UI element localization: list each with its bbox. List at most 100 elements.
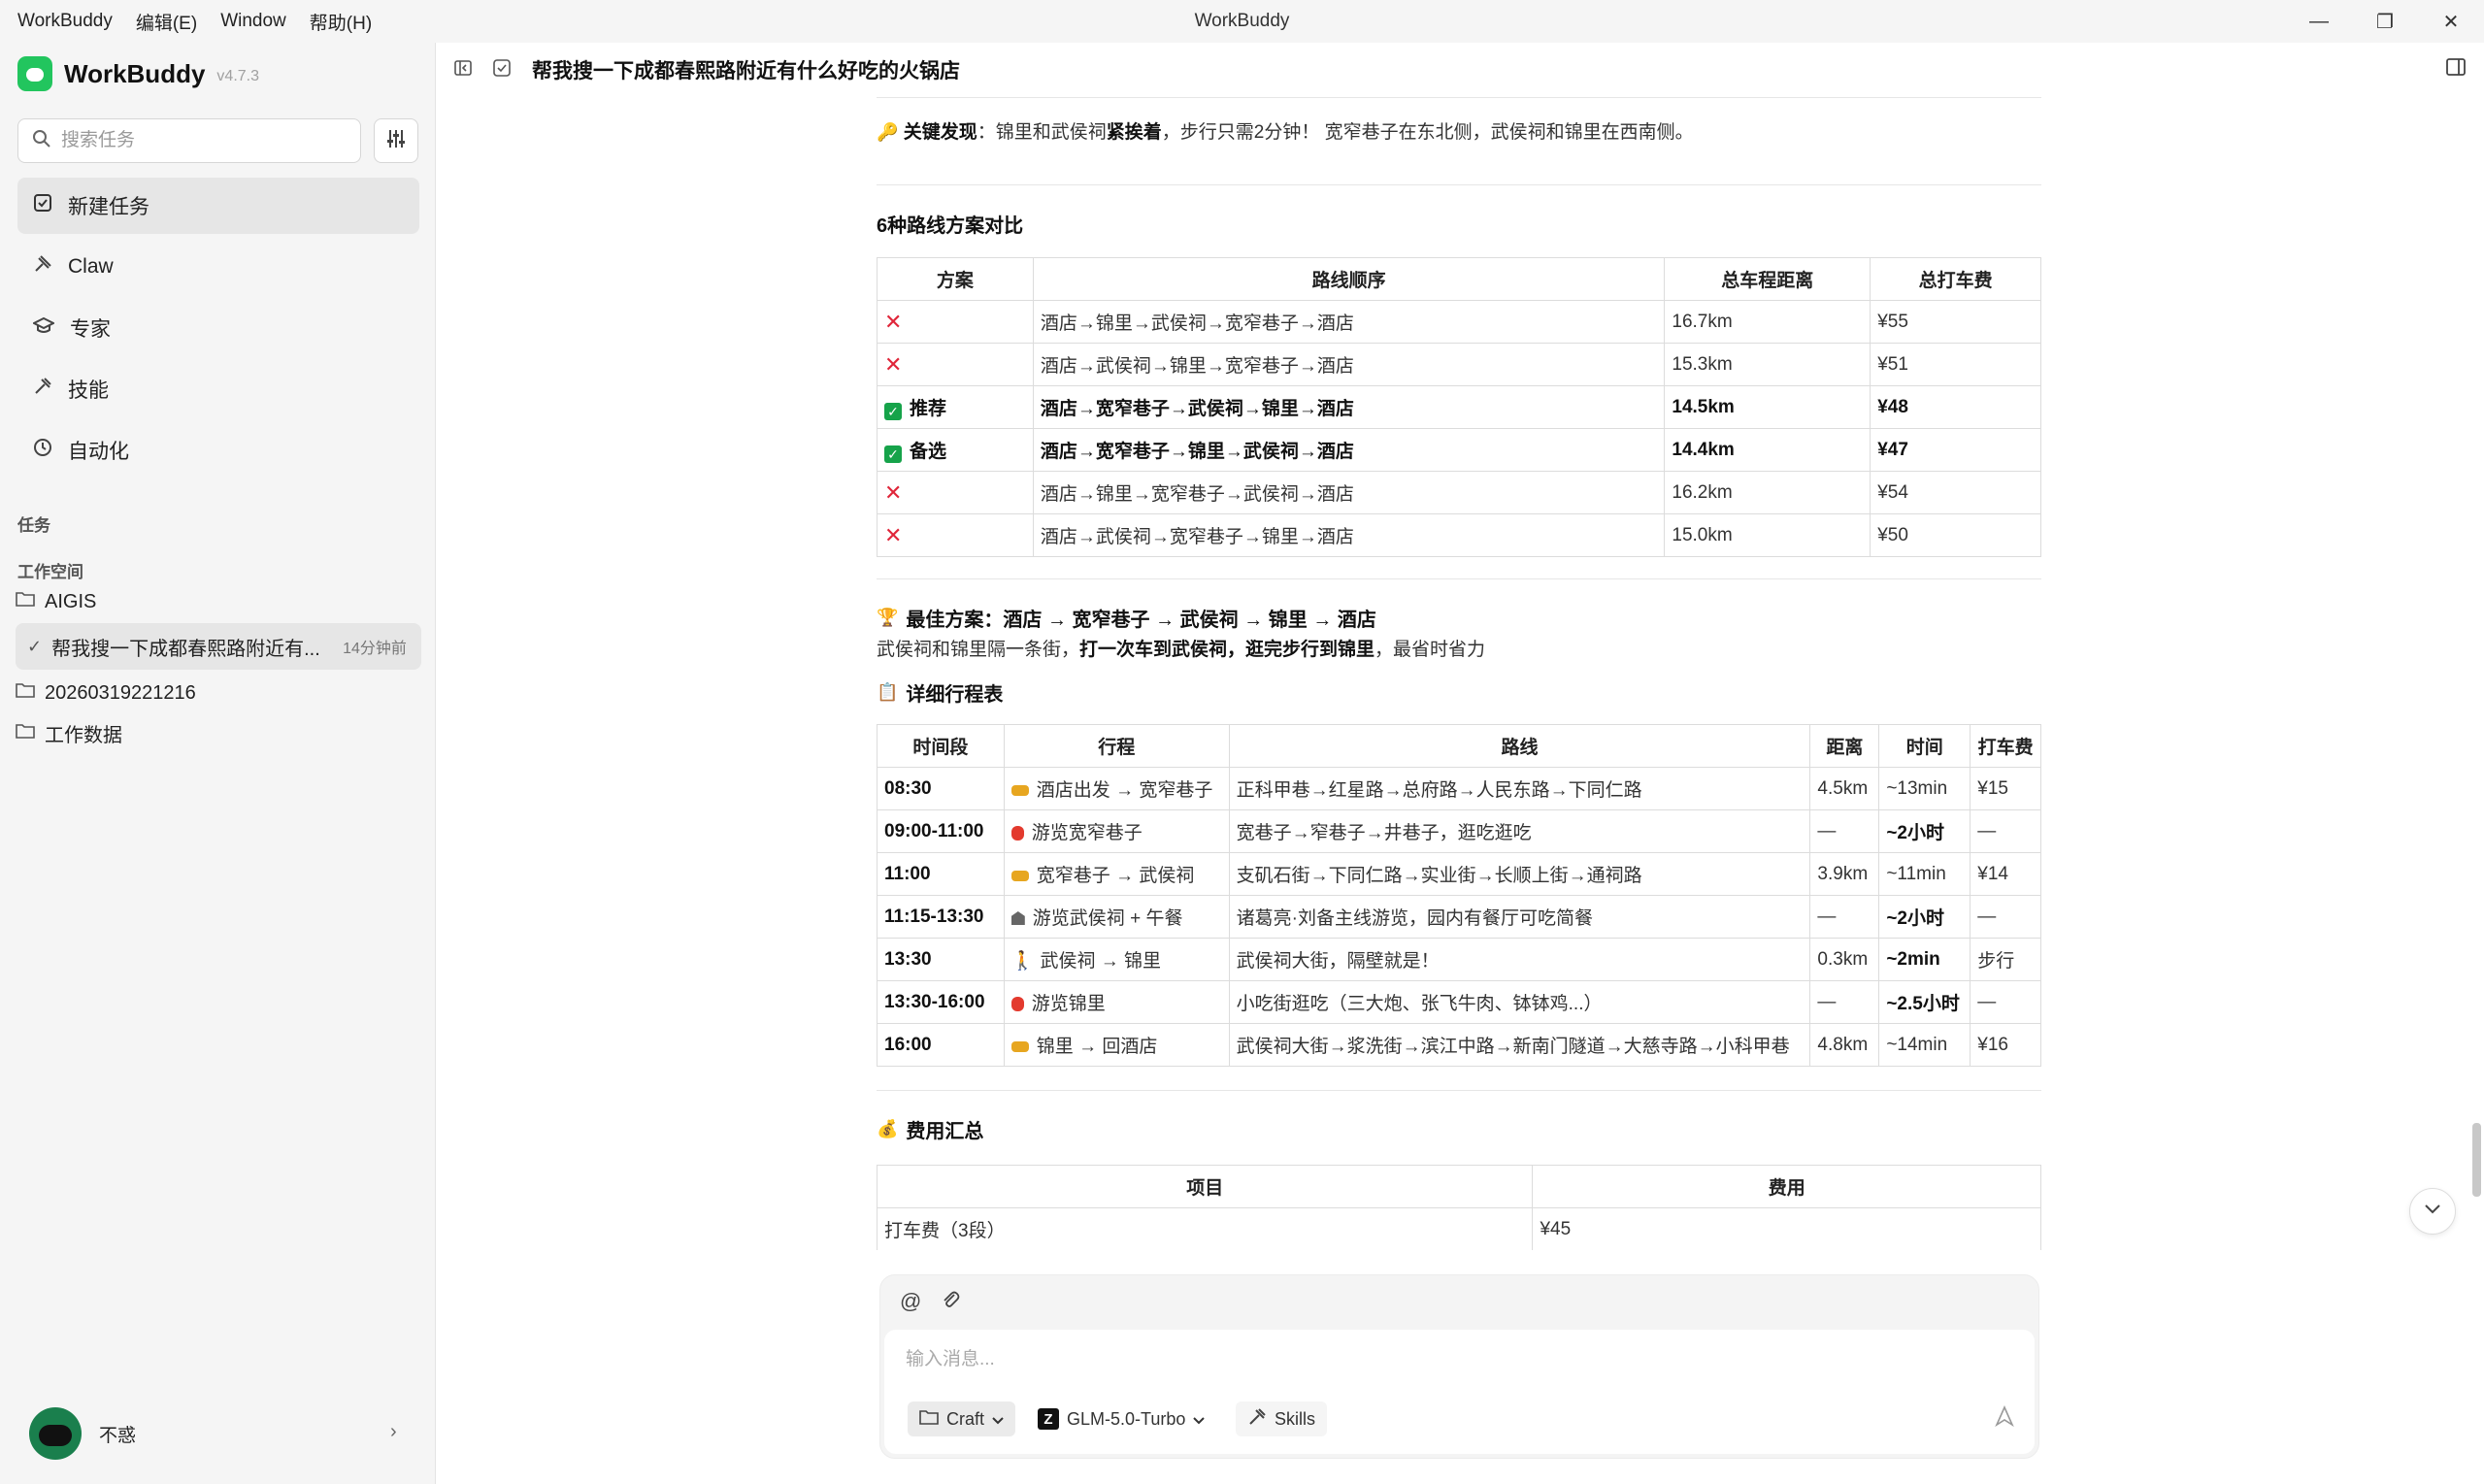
divider: [877, 184, 2041, 185]
window-title: WorkBuddy: [1194, 11, 1290, 31]
trip-text: 武侯祠 → 锦里: [1040, 951, 1162, 972]
key-finding: 🔑 关键发现：锦里和武侯祠紧挨着，步行只需2分钟！ 宽窄巷子在东北侧，武侯祠和锦…: [877, 117, 2041, 148]
task-title: 帮我搜一下成都春熙路附近有...: [51, 638, 320, 660]
table-row: 08:30 酒店出发 → 宽窄巷子 正科甲巷→红星路→总府路→人民东路→下同仁路 4.…: [877, 767, 2041, 810]
user-profile[interactable]: 不惑: [29, 1407, 136, 1460]
x-mark-icon: ✕: [884, 351, 903, 377]
trip-cell: 锦里 → 回酒店: [1003, 1023, 1230, 1067]
collapse-sidebar-button[interactable]: [450, 57, 476, 82]
column-header: 总打车费: [1870, 257, 2041, 301]
folder-icon: [16, 722, 35, 745]
folder-label: AIGIS: [45, 590, 97, 612]
trip-text: 游览宽窄巷子: [1031, 823, 1143, 843]
cost-value: ¥45: [1532, 1207, 2041, 1250]
close-button[interactable]: ✕: [2418, 0, 2484, 43]
sidebar-nav: 新建任务 Claw 专家 技能 自动化: [17, 178, 419, 483]
new-task-header-button[interactable]: [489, 57, 514, 82]
fee-cell: —: [1970, 895, 2041, 939]
sidebar-item-automation[interactable]: 自动化: [17, 422, 419, 478]
fee-cell: ¥16: [1970, 1023, 2041, 1067]
trip-text: 锦里 → 回酒店: [1036, 1037, 1158, 1057]
message-composer: @ Craft Z GLM-5.0-Turbo Skills: [879, 1274, 2039, 1459]
route-cell: 酒店→武侯祠→宽窄巷子→锦里→酒店: [1032, 513, 1666, 557]
task-item-active[interactable]: ✓ 帮我搜一下成都春熙路附近有... 14分钟前: [16, 623, 421, 670]
scrollbar-thumb[interactable]: [2472, 1123, 2481, 1197]
filter-button[interactable]: [374, 118, 418, 163]
toggle-right-panel-button[interactable]: [2445, 56, 2467, 82]
new-task-icon: [492, 58, 512, 82]
mode-selector[interactable]: Craft: [908, 1402, 1016, 1436]
fee-cell: ¥54: [1870, 471, 2041, 514]
trip-cell: 酒店出发 → 宽窄巷子: [1003, 767, 1230, 810]
attach-icon[interactable]: [941, 1289, 960, 1315]
distance-cell: 0.3km: [1809, 938, 1880, 981]
table-row: ✓ 推荐 酒店→宽窄巷子→武侯祠→锦里→酒店 14.5km ¥48: [877, 385, 2041, 429]
table-header-row: 时间段 行程 路线 距离 时间 打车费: [877, 724, 2041, 768]
route-cell: 酒店→宽窄巷子→武侯祠→锦里→酒店: [1032, 385, 1666, 429]
sidebar-item-skills[interactable]: 技能: [17, 361, 419, 417]
search-input[interactable]: [61, 130, 343, 151]
duration-cell: ~2.5小时: [1878, 980, 1971, 1024]
itinerary-table: 时间段 行程 路线 距离 时间 打车费 08:30 酒店出发 → 宽窄巷子 正科甲巷…: [877, 724, 2041, 1067]
menu-help[interactable]: 帮助(H): [310, 9, 372, 35]
distance-cell: —: [1809, 895, 1880, 939]
best-desc-text-2: ，最省时省力: [1374, 640, 1486, 660]
fee-cell: ¥14: [1970, 852, 2041, 896]
menu-window[interactable]: Window: [220, 11, 286, 32]
maximize-button[interactable]: ❐: [2352, 0, 2418, 43]
folder-work-data[interactable]: 工作数据: [16, 719, 122, 747]
route-cell: 酒店→锦里→武侯祠→宽窄巷子→酒店: [1032, 300, 1666, 344]
folder-aigis[interactable]: AIGIS: [16, 590, 96, 613]
check-mark-icon: ✓: [884, 403, 902, 420]
trip-text: 游览武侯祠 + 午餐: [1032, 908, 1183, 929]
route-cell: 武侯祠大街→浆洗街→滨江中路→新南门隧道→大慈寺路→小科甲巷: [1228, 1023, 1811, 1067]
task-time: 14分钟前: [343, 641, 407, 657]
model-selector[interactable]: Z GLM-5.0-Turbo: [1026, 1402, 1216, 1436]
minimize-button[interactable]: —: [2286, 0, 2352, 43]
skills-button[interactable]: Skills: [1236, 1402, 1328, 1436]
skills-icon: [1247, 1407, 1267, 1432]
app-version: v4.7.3: [216, 68, 260, 84]
duration-cell: ~2小时: [1878, 895, 1971, 939]
table-header-row: 项目 费用: [877, 1165, 2041, 1208]
time-cell: 11:15-13:30: [877, 895, 1005, 939]
trip-cell: 🚶 武侯祠 → 锦里: [1003, 938, 1230, 981]
window-controls: — ❐ ✕: [2286, 0, 2484, 43]
best-plan-text: 最佳方案：酒店 → 宽窄巷子 → 武侯祠 → 锦里 → 酒店: [906, 610, 1376, 631]
workbuddy-logo-icon: [17, 56, 52, 91]
itinerary-title: 📋 详细行程表: [877, 678, 2041, 707]
plan-cell: ✓ 推荐: [877, 385, 1034, 429]
sidebar-item-label: 专家: [70, 318, 111, 341]
best-desc-bold: 打一次车到武侯祠，逛完步行到锦里: [1079, 640, 1375, 660]
scroll-to-bottom-button[interactable]: [2409, 1188, 2456, 1235]
folder-label: 20260319221216: [45, 681, 196, 704]
table-row: ✕ 酒店→锦里→武侯祠→宽窄巷子→酒店 16.7km ¥55: [877, 300, 2041, 344]
sidebar-item-claw[interactable]: Claw: [17, 239, 419, 295]
panel-icon: [2445, 58, 2467, 82]
message-input[interactable]: [906, 1349, 1779, 1370]
search-icon: [32, 129, 51, 153]
chevron-right-icon[interactable]: ›: [390, 1421, 397, 1443]
menu-edit[interactable]: 编辑(E): [136, 9, 197, 35]
fee-cell: —: [1970, 980, 2041, 1024]
routes-table: 方案 路线顺序 总车程距离 总打车费 ✕ 酒店→锦里→武侯祠→宽窄巷子→酒店 16.…: [877, 257, 2041, 557]
folder-20260319221216[interactable]: 20260319221216: [16, 681, 196, 705]
chat-content: 🔑 关键发现：锦里和武侯祠紧挨着，步行只需2分钟！ 宽窄巷子在东北侧，武侯祠和锦…: [877, 97, 2041, 1250]
fee-cell: —: [1970, 809, 2041, 853]
sidebar-item-new-task[interactable]: 新建任务: [17, 178, 419, 234]
plan-cell: ✕: [877, 513, 1034, 557]
mention-icon[interactable]: @: [900, 1289, 921, 1315]
menu-workbuddy[interactable]: WorkBuddy: [17, 11, 113, 32]
distance-cell: 3.9km: [1809, 852, 1880, 896]
composer-input-area: Craft Z GLM-5.0-Turbo Skills: [884, 1330, 2035, 1454]
distance-cell: 4.8km: [1809, 1023, 1880, 1067]
key-finding-text: ：锦里和武侯祠: [977, 122, 1107, 143]
fee-cell: ¥50: [1870, 513, 2041, 557]
skills-icon: [33, 377, 52, 402]
sidebar-item-expert[interactable]: 专家: [17, 300, 419, 356]
best-plan-desc: 武侯祠和锦里隔一条街，打一次车到武侯祠，逛完步行到锦里，最省时省力: [877, 636, 2041, 665]
divider: [877, 97, 2041, 98]
sidebar-item-label: 新建任务: [68, 196, 149, 218]
send-button[interactable]: [1988, 1402, 2021, 1435]
mode-label: Craft: [946, 1408, 985, 1429]
